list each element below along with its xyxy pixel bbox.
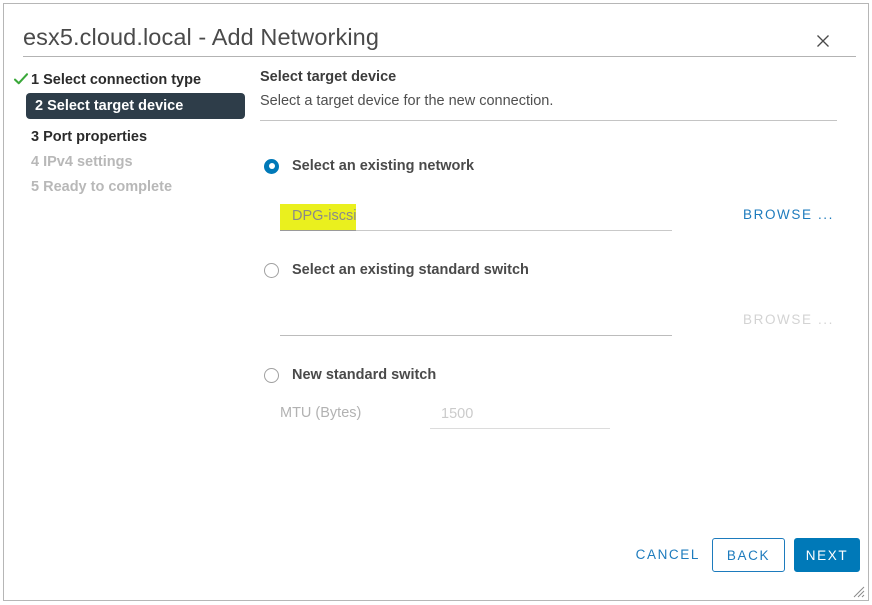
back-button[interactable]: BACK — [712, 538, 785, 572]
wizard-step-label: 2 Select target device — [35, 98, 184, 114]
next-button[interactable]: NEXT — [794, 538, 860, 572]
page-title: Select target device — [260, 69, 397, 85]
page-subtitle: Select a target device for the new conne… — [260, 93, 554, 109]
mtu-label: MTU (Bytes) — [280, 405, 362, 421]
dialog-titlebar: esx5.cloud.local - Add Networking — [4, 4, 868, 55]
wizard-step-label: 1 Select connection type — [31, 71, 202, 88]
wizard-step-5-ready-to-complete: 5 Ready to complete — [4, 174, 172, 199]
existing-standard-switch-row: BROWSE ... — [280, 309, 853, 337]
content-divider — [260, 120, 837, 121]
mtu-input — [430, 402, 610, 429]
mtu-row: MTU (Bytes) — [280, 402, 680, 430]
wizard-content-panel: Select target device Select a target dev… — [260, 57, 860, 600]
existing-network-input[interactable] — [280, 204, 356, 231]
close-icon[interactable] — [814, 32, 832, 50]
resize-grip-icon[interactable] — [853, 585, 865, 598]
wizard-step-2-select-target-device[interactable]: 2 Select target device — [26, 93, 245, 119]
add-networking-dialog: esx5.cloud.local - Add Networking 1 Sele… — [3, 3, 869, 601]
dialog-title: esx5.cloud.local - Add Networking — [23, 24, 379, 50]
screen: esx5.cloud.local - Add Networking 1 Sele… — [0, 0, 872, 605]
radio-button-unselected-icon[interactable] — [264, 367, 279, 383]
cancel-button[interactable]: CANCEL — [636, 538, 700, 572]
radio-option-existing-network[interactable]: Select an existing network — [264, 158, 474, 174]
existing-network-row: BROWSE ... — [280, 204, 853, 232]
check-icon — [13, 71, 29, 87]
radio-label: Select an existing network — [292, 158, 475, 174]
wizard-step-1-select-connection-type[interactable]: 1 Select connection type — [4, 67, 201, 92]
radio-option-existing-standard-switch[interactable]: Select an existing standard switch — [264, 262, 529, 278]
radio-button-unselected-icon[interactable] — [264, 262, 279, 278]
radio-button-selected-icon[interactable] — [264, 158, 279, 174]
dialog-body: 1 Select connection type 2 Select target… — [4, 57, 868, 600]
existing-network-input-underline — [356, 230, 672, 231]
existing-standard-switch-input — [280, 309, 672, 336]
radio-label: Select an existing standard switch — [292, 262, 529, 278]
wizard-step-label: 5 Ready to complete — [31, 178, 173, 195]
browse-switch-button: BROWSE ... — [743, 312, 835, 327]
wizard-step-label: 4 IPv4 settings — [31, 153, 133, 170]
wizard-step-3-port-properties[interactable]: 3 Port properties — [4, 124, 147, 149]
wizard-step-label: 3 Port properties — [31, 128, 148, 145]
radio-option-new-standard-switch[interactable]: New standard switch — [264, 367, 436, 383]
browse-network-button[interactable]: BROWSE ... — [743, 207, 834, 222]
radio-label: New standard switch — [292, 367, 437, 383]
dialog-footer: CANCEL BACK NEXT — [4, 522, 868, 600]
wizard-step-4-ipv4-settings: 4 IPv4 settings — [4, 149, 133, 174]
